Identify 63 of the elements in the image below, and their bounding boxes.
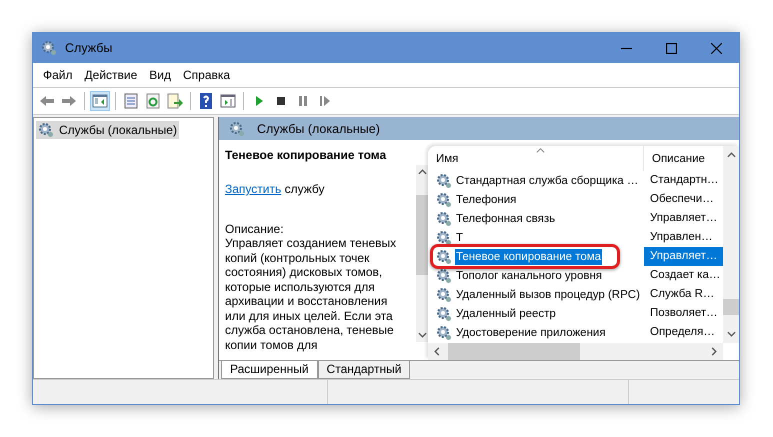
scrollbar[interactable] <box>416 165 428 342</box>
scroll-thumb[interactable] <box>448 343 580 360</box>
scroll-thumb[interactable] <box>723 299 739 315</box>
export-icon[interactable] <box>165 91 185 111</box>
service-description: Служба R… <box>649 287 716 302</box>
service-name[interactable]: Удостоверение приложения <box>455 324 607 340</box>
service-description: Определя… <box>649 325 716 340</box>
menu-item[interactable]: Справка <box>177 68 236 82</box>
view-tab[interactable]: Стандартный <box>318 361 410 379</box>
gear-icon <box>436 306 452 322</box>
description-text: Управляет созданием теневых копий (контрольных точек состояния) дисковых томов, которые используются для архивации и восстановления или для иных целей. Если эта служба остановлена, теневые копии томов для <box>225 236 398 352</box>
window-title: Службы <box>65 41 112 55</box>
scroll-left-icon[interactable] <box>434 347 440 356</box>
service-description: Создает ка… <box>649 268 722 283</box>
gear-icon <box>41 40 57 56</box>
gear-icon <box>436 324 452 340</box>
menu-item[interactable]: Действие <box>78 68 144 82</box>
close-icon[interactable] <box>711 42 722 54</box>
scroll-down-icon[interactable] <box>726 331 736 337</box>
service-title: Теневое копирование тома <box>225 148 388 162</box>
gear-icon <box>436 210 452 226</box>
column-header[interactable]: Описание <box>644 146 723 171</box>
gear-icon <box>436 172 452 188</box>
service-description: Стандартн… <box>649 173 720 188</box>
scrollbar[interactable] <box>723 146 739 343</box>
service-description: Позволяет… <box>649 306 719 321</box>
gear-icon <box>229 120 245 136</box>
service-name[interactable]: Удаленный вызов процедур (RPC) <box>455 286 641 302</box>
console-tree-icon[interactable] <box>90 91 110 111</box>
scroll-up-icon[interactable] <box>418 169 426 175</box>
gear-icon <box>436 286 452 302</box>
tree-item[interactable]: Службы (локальные) <box>36 121 179 139</box>
scroll-thumb[interactable] <box>416 195 428 275</box>
start-link[interactable]: Запустить <box>225 182 282 196</box>
menu-item[interactable]: Вид <box>143 68 177 82</box>
column-header[interactable]: Имя <box>428 146 644 171</box>
gear-icon <box>436 248 452 264</box>
service-description: Управляет… <box>649 211 718 226</box>
gear-icon <box>436 268 452 284</box>
service-name[interactable]: Удаленный реестр <box>455 306 557 322</box>
gear-icon <box>436 230 452 246</box>
service-description: Управляет… <box>644 247 723 266</box>
menu-item[interactable]: Файл <box>37 68 79 82</box>
service-name[interactable]: Стандартная служба сборщика … <box>455 172 640 188</box>
service-description: Обеспечи… <box>649 192 715 207</box>
gear-icon <box>38 122 54 138</box>
horizontal-scrollbar[interactable] <box>428 343 723 360</box>
scroll-up-icon[interactable] <box>726 152 736 158</box>
scroll-down-icon[interactable] <box>418 332 426 338</box>
service-description: Управлен… <box>649 230 714 245</box>
description-label: Описание: <box>225 222 285 236</box>
pane-title: Службы (локальные) <box>257 122 380 136</box>
gear-icon <box>436 192 452 208</box>
view-tab[interactable]: Расширенный <box>221 361 318 379</box>
service-name[interactable]: Телефония <box>455 192 518 208</box>
sort-icon <box>536 148 545 153</box>
service-name[interactable]: Т <box>455 230 464 246</box>
service-name[interactable]: Телефонная связь <box>455 210 556 226</box>
maximize-icon[interactable] <box>666 42 677 54</box>
service-name[interactable]: Теневое копирование тома <box>455 248 602 264</box>
link-text: службу <box>284 182 324 196</box>
service-name[interactable]: Тополог канального уровня <box>455 268 604 284</box>
scroll-right-icon[interactable] <box>711 347 717 356</box>
